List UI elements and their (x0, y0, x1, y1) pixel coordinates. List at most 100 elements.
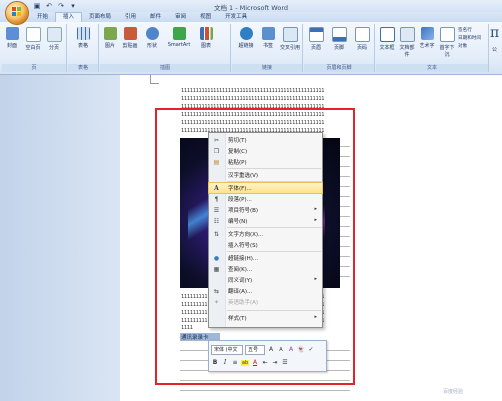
smartart-icon (172, 27, 186, 40)
menu-item-lookup[interactable]: ▦ 查阅(K)... (209, 264, 322, 274)
tab-mailings[interactable]: 邮件 (143, 12, 168, 22)
cover-page-button[interactable]: 封面 (4, 27, 20, 49)
table-button[interactable]: 表格 (75, 27, 91, 49)
cover-page-icon (5, 27, 19, 40)
tab-page-layout[interactable]: 页面布局 (82, 12, 118, 22)
scissors-icon: ✂ (213, 137, 220, 144)
menu-item-numbering[interactable]: ☷ 编号(N) ▸ (209, 216, 322, 226)
menu-item-reconversion[interactable]: 汉字重选(V) (209, 170, 322, 180)
bold-icon[interactable]: B (211, 359, 219, 366)
menu-item-synonyms[interactable]: 同义词(Y) ▸ (209, 275, 322, 285)
group-header-footer: 页眉 页脚 页码 页眉和页脚 (304, 24, 375, 72)
chart-button[interactable]: 图表 (198, 27, 214, 49)
bullets-icon: ☰ (213, 207, 220, 214)
mini-toolbar-row-1: 宋体 (中文 五号 A A A 👻 ✓ (211, 344, 315, 355)
font-size-select[interactable]: 五号 (245, 344, 265, 355)
menu-item-paste[interactable]: ▤ 粘贴(P) (209, 157, 322, 167)
header-button[interactable]: 页眉 (308, 27, 324, 51)
shapes-button[interactable]: 形状 (144, 27, 160, 49)
picture-icon (103, 27, 117, 40)
group-label-links: 链接 (232, 64, 302, 72)
bookmark-icon (261, 27, 275, 40)
menu-item-cut[interactable]: ✂ 剪切(T) (209, 135, 322, 145)
group-links: 超链接 书签 交叉引用 链接 (232, 24, 303, 72)
decrease-indent-icon[interactable]: ⇤ (261, 359, 269, 366)
menu-separator (227, 227, 321, 228)
ribbon-tabs: 开始 插入 页面布局 引用 邮件 审阅 视图 开发工具 (0, 12, 502, 22)
translate-icon: ⇆ (213, 288, 220, 295)
left-pane (0, 75, 120, 401)
font-name-select[interactable]: 宋体 (中文 (211, 344, 243, 355)
object-button[interactable]: 对象 (458, 43, 481, 51)
mini-toolbar-row-2: B I ≡ ab A ⇤ ⇥ ☰ (211, 357, 289, 368)
group-text: 文本框 文档部件 艺术字 首字下沉 签名行 日期和时间 对象 文本 (376, 24, 489, 72)
text-box-button[interactable]: 文本框 (378, 27, 396, 51)
increase-indent-icon[interactable]: ⇥ (271, 359, 279, 366)
italic-icon[interactable]: I (221, 359, 229, 366)
menu-item-hyperlink[interactable]: ● 超链接(H)... (209, 253, 322, 263)
tab-insert[interactable]: 插入 (55, 12, 83, 22)
group-pages: 封面 空白页 分页 页 (2, 24, 67, 72)
menu-item-insert-symbol[interactable]: 插入符号(S) (209, 240, 322, 250)
clip-art-button[interactable]: 剪贴画 (122, 27, 138, 49)
cross-reference-icon (282, 27, 298, 42)
menu-item-text-direction[interactable]: ⇅ 文字方向(X)... (209, 229, 322, 239)
paragraph-icon: ¶ (214, 196, 219, 203)
tab-developer[interactable]: 开发工具 (218, 12, 254, 22)
submenu-arrow-icon: ▸ (314, 217, 317, 223)
tab-home[interactable]: 开始 (30, 12, 55, 22)
format-painter-icon[interactable]: ✓ (307, 346, 315, 353)
grow-font-icon[interactable]: A (267, 346, 275, 353)
wordart-button[interactable]: 艺术字 (418, 27, 436, 49)
bookmark-button[interactable]: 书签 (260, 27, 276, 49)
footer-button[interactable]: 页脚 (331, 27, 347, 51)
smartart-button[interactable]: SmartArt (166, 27, 192, 48)
page-number-button[interactable]: 页码 (354, 27, 370, 51)
phonetic-icon[interactable]: 👻 (297, 346, 305, 353)
shapes-icon (145, 27, 159, 40)
center-align-icon[interactable]: ≡ (231, 359, 239, 366)
group-tables: 表格 表格 (68, 24, 99, 72)
header-icon (308, 27, 324, 42)
copy-icon: ❐ (213, 148, 220, 155)
tab-references[interactable]: 引用 (118, 12, 143, 22)
menu-item-styles[interactable]: 样式(T) ▸ (209, 313, 322, 323)
submenu-arrow-icon: ▸ (314, 314, 317, 320)
group-label-illustrations: 插图 (100, 64, 230, 72)
submenu-arrow-icon: ▸ (314, 276, 317, 282)
text-line: 1111111111111111111111111111111111111111… (181, 96, 325, 102)
menu-item-translate[interactable]: ⇆ 翻译(A)... (209, 286, 322, 296)
text-effects-icon[interactable]: A (287, 346, 295, 353)
signature-line-button[interactable]: 签名行 (458, 27, 481, 35)
numbering-icon: ☷ (213, 218, 220, 225)
page-break-icon (46, 27, 62, 42)
page-break-button[interactable]: 分页 (46, 27, 62, 51)
menu-separator (227, 251, 321, 252)
tab-view[interactable]: 视图 (193, 12, 218, 22)
tab-review[interactable]: 审阅 (168, 12, 193, 22)
menu-item-bullets[interactable]: ☰ 项目符号(B) ▸ (209, 205, 322, 215)
bullets-icon[interactable]: ☰ (281, 359, 289, 366)
cross-reference-button[interactable]: 交叉引用 (280, 27, 300, 51)
equation-icon[interactable]: π (490, 25, 499, 41)
drop-cap-button[interactable]: 首字下沉 (438, 27, 456, 58)
chart-icon (199, 27, 213, 40)
menu-item-font[interactable]: A 字体(F)... (208, 182, 323, 194)
shrink-font-icon[interactable]: A (277, 347, 285, 353)
office-button[interactable] (6, 2, 28, 24)
menu-separator (227, 310, 321, 311)
text-small-buttons: 签名行 日期和时间 对象 (458, 27, 481, 51)
lookup-icon: ▦ (213, 266, 220, 273)
context-menu: ✂ 剪切(T) ❐ 复制(C) ▤ 粘贴(P) 汉字重选(V) A 字体(F)... ¶… (208, 132, 323, 328)
blank-page-button[interactable]: 空白页 (25, 27, 41, 51)
globe-icon (239, 27, 253, 40)
quick-parts-button[interactable]: 文档部件 (398, 27, 416, 58)
highlight-color-icon[interactable]: ab (241, 359, 249, 366)
font-color-icon[interactable]: A (251, 359, 259, 366)
menu-item-copy[interactable]: ❐ 复制(C) (209, 146, 322, 156)
table-icon (76, 27, 90, 40)
hyperlink-button[interactable]: 超链接 (236, 27, 256, 49)
picture-button[interactable]: 图片 (102, 27, 118, 49)
date-time-button[interactable]: 日期和时间 (458, 35, 481, 43)
menu-item-paragraph[interactable]: ¶ 段落(P)... (209, 194, 322, 204)
